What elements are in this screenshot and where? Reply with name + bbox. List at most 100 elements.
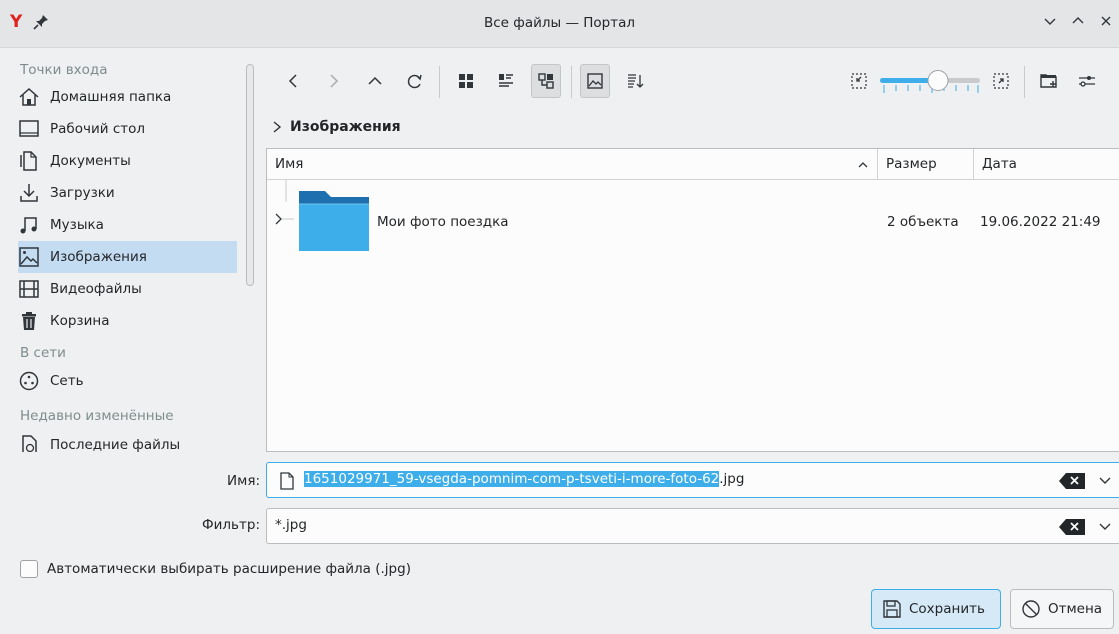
filename-combobox[interactable]: 1651029971_59-vsegda-pomnim-com-p-tsveti… — [266, 462, 1119, 498]
zoom-out-icon — [851, 73, 867, 89]
maximize-button[interactable] — [1068, 12, 1088, 34]
toolbar-separator — [571, 66, 572, 98]
sidebar-item-videos[interactable]: Видеофайлы — [18, 273, 237, 305]
sidebar-item-downloads[interactable]: Загрузки — [18, 177, 237, 209]
sidebar-item-label: Последние файлы — [50, 437, 181, 452]
sidebar-item-label: Музыка — [50, 217, 104, 233]
options-button[interactable] — [1072, 64, 1102, 98]
chevron-down-icon[interactable] — [1098, 475, 1112, 487]
list-view-icon — [499, 74, 513, 87]
sort-button[interactable] — [620, 64, 650, 98]
column-header-name[interactable]: Имя — [267, 149, 877, 180]
back-button[interactable] — [278, 64, 308, 98]
parent-folder-button[interactable] — [360, 64, 390, 98]
title-bar: Y Все файлы — Портал — [0, 0, 1119, 48]
file-view[interactable]: Имя Размер Дата Мои фото поездка 2 объек… — [266, 148, 1119, 452]
documents-icon — [20, 151, 37, 171]
new-folder-button[interactable] — [1034, 64, 1064, 98]
sidebar-item-trash[interactable]: Корзина — [18, 305, 237, 337]
close-button[interactable] — [1096, 12, 1116, 34]
window-title: Все файлы — Портал — [484, 15, 635, 31]
sidebar-item-music[interactable]: Музыка — [18, 209, 237, 241]
sidebar-item-network[interactable]: Сеть — [18, 365, 237, 397]
name-label: Имя: — [227, 473, 260, 489]
chevron-up-icon — [368, 76, 382, 85]
column-header-label: Дата — [982, 156, 1017, 172]
column-header-label: Размер — [886, 156, 937, 172]
sidebar-item-label: Корзина — [50, 313, 110, 329]
network-icon — [19, 371, 39, 391]
filter-label: Фильтр: — [202, 517, 260, 533]
sidebar-scrollbar[interactable] — [246, 64, 254, 286]
filter-combobox[interactable]: *.jpg — [266, 508, 1119, 544]
image-preview-icon — [587, 73, 603, 89]
filename-extension: .jpg — [719, 471, 745, 487]
sidebar-item-home[interactable]: Домашняя папка — [18, 81, 237, 113]
folder-icon — [299, 191, 369, 251]
table-row[interactable]: Мои фото поездка 2 объекта 19.06.2022 21… — [267, 180, 1119, 258]
new-folder-icon — [1040, 74, 1057, 88]
sidebar-item-label: Домашняя папка — [50, 89, 172, 105]
close-icon — [1101, 16, 1111, 26]
column-header-date[interactable]: Дата — [973, 149, 1119, 180]
breadcrumb[interactable]: Изображения — [270, 116, 401, 138]
expand-chevron-icon[interactable] — [273, 212, 295, 226]
column-header-size[interactable]: Размер — [877, 149, 973, 180]
filename-input[interactable]: 1651029971_59-vsegda-pomnim-com-p-tsveti… — [304, 471, 744, 487]
sidebar-header-network: В сети — [20, 345, 66, 361]
sidebar-item-label: Изображения — [50, 249, 147, 265]
videos-icon — [19, 280, 39, 298]
settings-sliders-icon — [1079, 76, 1095, 87]
reload-button[interactable] — [400, 64, 430, 98]
zoom-out-button[interactable] — [844, 64, 874, 98]
sidebar-item-label: Видеофайлы — [50, 281, 142, 297]
file-size: 2 объекта — [887, 214, 959, 230]
filter-input[interactable]: *.jpg — [275, 517, 307, 533]
sidebar-item-label: Загрузки — [50, 185, 115, 201]
music-icon — [20, 217, 37, 234]
sort-ascending-icon — [858, 162, 868, 168]
toolbar-separator — [1024, 66, 1025, 98]
preview-toggle-button[interactable] — [580, 64, 610, 98]
auto-extension-checkbox[interactable] — [20, 560, 38, 578]
minimize-button[interactable] — [1040, 12, 1060, 34]
save-button-label: Сохранить — [909, 601, 985, 617]
toolbar-separator — [439, 66, 440, 98]
sidebar-item-desktop[interactable]: Рабочий стол — [18, 113, 237, 145]
home-icon — [19, 87, 39, 106]
cancel-icon — [1022, 600, 1040, 618]
sidebar-item-label: Документы — [50, 153, 131, 169]
save-button[interactable]: Сохранить — [871, 589, 1001, 629]
filename-selected-text: 1651029971_59-vsegda-pomnim-com-p-tsveti… — [304, 471, 720, 487]
places-sidebar: Точки входа Домашняя папка Рабочий стол … — [0, 48, 262, 452]
sidebar-item-documents[interactable]: Документы — [18, 145, 237, 177]
downloads-icon — [20, 184, 38, 202]
clear-text-icon[interactable] — [1059, 473, 1085, 489]
chevron-down-icon — [1044, 18, 1056, 25]
sort-icon — [628, 74, 644, 88]
file-icon — [280, 472, 294, 490]
breadcrumb-current[interactable]: Изображения — [290, 119, 401, 135]
chevron-up-icon — [1072, 17, 1084, 24]
detail-view-button[interactable] — [491, 64, 521, 98]
sidebar-item-recent-files[interactable]: Последние файлы — [18, 429, 237, 452]
clear-text-icon[interactable] — [1059, 519, 1085, 535]
sidebar-item-label: Рабочий стол — [50, 121, 145, 137]
chevron-left-icon — [288, 74, 297, 88]
chevron-right-icon — [330, 74, 339, 88]
sidebar-header-recent: Недавно изменённые — [20, 408, 174, 424]
file-date: 19.06.2022 21:49 — [980, 214, 1101, 230]
icons-view-button[interactable] — [451, 64, 481, 98]
zoom-slider[interactable] — [878, 66, 984, 96]
tree-view-button[interactable] — [531, 64, 561, 98]
forward-button[interactable] — [319, 64, 349, 98]
chevron-down-icon[interactable] — [1098, 521, 1112, 533]
cancel-button[interactable]: Отмена — [1010, 589, 1114, 629]
chevron-right-icon — [273, 121, 282, 133]
cancel-button-label: Отмена — [1048, 601, 1103, 617]
column-header-label: Имя — [275, 156, 304, 172]
auto-extension-label[interactable]: Автоматически выбирать расширение файла … — [47, 561, 411, 577]
file-name: Мои фото поездка — [377, 214, 509, 230]
sidebar-item-pictures[interactable]: Изображения — [18, 241, 237, 273]
zoom-in-button[interactable] — [986, 64, 1016, 98]
